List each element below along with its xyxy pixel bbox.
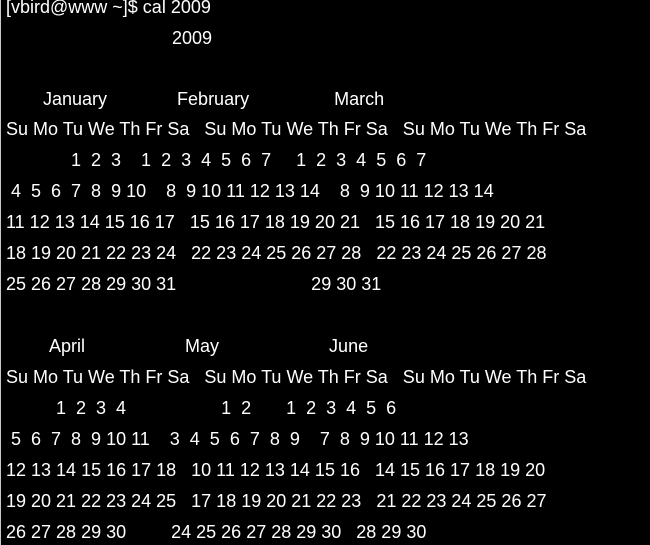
quarter1-month-names: January February March: [43, 89, 385, 109]
quarter2-weekday-header: Su Mo Tu We Th Fr Sa Su Mo Tu We Th Fr S…: [6, 367, 587, 387]
quarter2-week-row: 1 2 3 4 1 2 1 2 3 4 5 6: [6, 398, 397, 418]
quarter1-week-row: 18 19 20 21 22 23 24 22 23 24 25 26 27 2…: [6, 243, 547, 263]
quarter2-week-row: 19 20 21 22 23 24 25 17 18 19 20 21 22 2…: [6, 491, 547, 511]
quarter2-week-row: 12 13 14 15 16 17 18 10 11 12 13 14 15 1…: [6, 460, 546, 480]
quarter1-week-row: 25 26 27 28 29 30 31 29 30 31: [6, 274, 382, 294]
quarter2-week-row: 26 27 28 29 30 24 25 26 27 28 29 30 28 2…: [6, 522, 427, 542]
quarter1-weekday-header: Su Mo Tu We Th Fr Sa Su Mo Tu We Th Fr S…: [6, 119, 587, 139]
calendar-year-title: 2009: [172, 28, 213, 48]
quarter1-week-row: 11 12 13 14 15 16 17 15 16 17 18 19 20 2…: [6, 212, 546, 232]
quarter1-week-row: 1 2 3 1 2 3 4 5 6 7 1 2 3 4 5 6 7: [6, 150, 427, 170]
terminal-window[interactable]: [vbird@www ~]$ cal 2009 2009 January Feb…: [0, 0, 650, 545]
quarter2-month-names: April May June: [49, 336, 369, 356]
quarter1-week-row: 4 5 6 7 8 9 10 8 9 10 11 12 13 14 8 9 10…: [6, 181, 494, 201]
command-prompt-line: [vbird@www ~]$ cal 2009: [6, 0, 211, 17]
quarter2-week-row: 5 6 7 8 9 10 11 3 4 5 6 7 8 9 7 8 9 10 1…: [6, 429, 469, 449]
